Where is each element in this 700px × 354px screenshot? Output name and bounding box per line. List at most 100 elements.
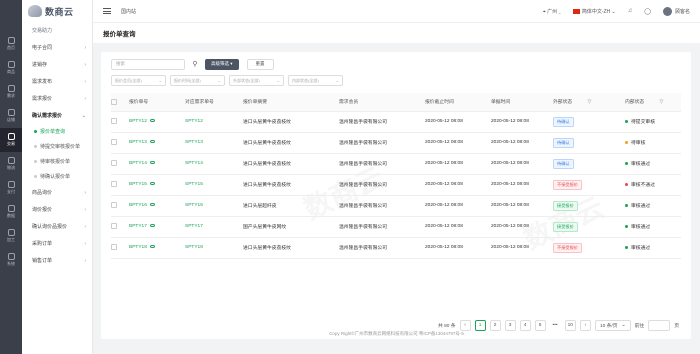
total-count: 共 80 条 [437, 324, 456, 329]
quote-number-link[interactable]: BPTY18 [129, 245, 147, 250]
filter-icon[interactable]: ▽ [660, 99, 664, 105]
page-button[interactable]: ••• [550, 320, 561, 331]
table-row[interactable]: BPTY16 SPTY16 进口头层超纤皮 温州隆昌手袋有限公司 2020-05-12 … [111, 195, 681, 217]
row-checkbox[interactable] [111, 202, 117, 209]
page-button[interactable]: 3 [504, 320, 516, 331]
main-area: 报价单查询 数商云 数商云 搜索 ⚲ 高级筛选 ▾ 重置 报价会员(全部)⌄报价… [93, 22, 700, 354]
menu-item[interactable]: 询价报价 › [22, 201, 92, 218]
menu-item[interactable]: 商品询价 › [22, 184, 92, 201]
rail-item[interactable]: 系统 [0, 248, 22, 272]
row-checkbox[interactable] [111, 160, 117, 167]
filter-select[interactable]: 报价时间(全部) ⌄ [170, 75, 225, 86]
rail-item[interactable]: 支付 [0, 176, 22, 200]
page-button[interactable]: 1 [474, 320, 486, 331]
language-selector[interactable]: 简体中文-ZH ⌄ [572, 8, 616, 15]
row-checkbox[interactable] [111, 223, 117, 230]
request-number-link[interactable]: SPTY17 [185, 224, 203, 229]
rail-item[interactable]: 首页 [0, 32, 22, 56]
eye-icon[interactable] [149, 139, 155, 144]
page-button[interactable]: 10 [564, 320, 576, 331]
quote-number-link[interactable]: BPTY16 [129, 203, 147, 208]
filter-select[interactable]: 报价会员(全部) ⌄ [111, 75, 166, 86]
submenu-item[interactable]: 报价单查询 [22, 124, 92, 139]
table-row[interactable]: BPTY12 SPTY12 进口头层黄牛皮荔枝纹 温州隆昌手袋有限公司 2020-05-… [111, 111, 681, 133]
row-checkbox[interactable] [111, 244, 117, 251]
eye-icon[interactable] [149, 223, 155, 228]
request-number-link[interactable]: SPTY12 [185, 119, 203, 124]
nav-icon [7, 133, 15, 140]
submenu-item[interactable]: 待审核报价单 [22, 154, 92, 169]
rail-item[interactable]: 数据 [0, 200, 22, 224]
breadcrumb[interactable]: 国内站 [121, 8, 136, 15]
table-row[interactable]: BPTY18 SPTY18 进口头层黄牛皮荔枝纹 温州隆昌手袋有限公司 2020-05-… [111, 237, 681, 259]
filter-select[interactable]: 内部状态(全部) ⌄ [288, 75, 343, 86]
column-header: 外部状态 ▽ [553, 93, 625, 112]
request-number-link[interactable]: SPTY15 [185, 182, 203, 187]
menu-item-open[interactable]: 确认需求报价 ⌄ [22, 107, 92, 124]
menu-item[interactable]: 需求发布 › [22, 73, 92, 90]
hamburger-icon[interactable] [103, 8, 111, 14]
page-button[interactable]: 5 [534, 320, 546, 331]
eye-icon[interactable] [149, 160, 155, 165]
next-page-button[interactable]: › [579, 320, 591, 331]
eye-icon[interactable] [149, 181, 155, 186]
user-menu[interactable]: 顾客名 [662, 6, 690, 16]
chevron-down-icon: ⌄ [621, 323, 626, 328]
page-button[interactable]: 4 [519, 320, 531, 331]
rail-item[interactable]: 需求 [0, 80, 22, 104]
filter-icon[interactable]: ▽ [588, 99, 592, 105]
table-row[interactable]: BPTY13 SPTY13 进口头层黄牛皮荔枝纹 温州隆昌手袋有限公司 2020-05-… [111, 132, 681, 154]
page-button[interactable]: 2 [489, 320, 501, 331]
prev-page-button[interactable]: ‹ [459, 320, 471, 331]
chevron-down-icon: ⌄ [335, 78, 339, 83]
table-row[interactable]: BPTY14 SPTY14 进口头层黄牛皮荔枝纹 温州隆昌手袋有限公司 2020-05-… [111, 153, 681, 175]
goto-page-input[interactable] [648, 320, 671, 331]
row-checkbox[interactable] [111, 139, 117, 146]
quote-number-link[interactable]: BPTY14 [129, 161, 147, 166]
status-dot-icon [625, 225, 628, 228]
rail-item[interactable]: 物流 [0, 152, 22, 176]
submenu-item[interactable]: 待确认报价单 [22, 169, 92, 184]
menu-item[interactable]: 销售订单 › [22, 252, 92, 269]
table-row[interactable]: BPTY17 SPTY17 国产头层黄牛皮网纹 温州隆昌手袋有限公司 2020-05-1… [111, 216, 681, 238]
eye-icon[interactable] [149, 244, 155, 249]
rail-item[interactable]: 加工 [0, 224, 22, 248]
eye-icon[interactable] [149, 202, 155, 207]
table-row[interactable]: BPTY15 SPTY15 进口头层黄牛皮荔枝纹 温州隆昌手袋有限公司 2020-05-… [111, 174, 681, 196]
page-title: 报价单查询 [93, 22, 700, 43]
request-number-link[interactable]: SPTY16 [185, 203, 203, 208]
location-selector[interactable]: ⌖ 广州 ⌄ [543, 8, 561, 15]
quote-number-link[interactable]: BPTY12 [129, 119, 147, 124]
nav-icon [7, 61, 15, 68]
filter-select[interactable]: 外部状态(全部) ⌄ [229, 75, 284, 86]
page-size-select[interactable]: 10 条/页 ⌄ [594, 320, 631, 331]
status-dot-icon [625, 204, 628, 207]
deadline-cell: 2020-05-12 08:08 [425, 237, 491, 259]
bell-icon[interactable]: ♫ [628, 8, 633, 14]
menu-item[interactable]: 采购订单 › [22, 235, 92, 252]
row-checkbox[interactable] [111, 118, 117, 125]
quote-number-link[interactable]: BPTY17 [129, 224, 147, 229]
request-number-link[interactable]: SPTY14 [185, 161, 203, 166]
menu-item[interactable]: 确认询价品报价 › [22, 218, 92, 235]
reset-button[interactable]: 重置 [246, 58, 274, 70]
member-cell: 温州隆昌手袋有限公司 [339, 237, 425, 259]
select-all-checkbox[interactable] [111, 98, 117, 105]
advanced-filter-button[interactable]: 高级筛选 ▾ [205, 58, 239, 70]
menu-item[interactable]: 进销存 › [22, 56, 92, 73]
menu-item[interactable]: 需求报价 › [22, 90, 92, 107]
menu-item[interactable]: 电子合同 › [22, 39, 92, 56]
eye-icon[interactable] [149, 118, 155, 123]
rail-item[interactable]: 商品 [0, 56, 22, 80]
request-number-link[interactable]: SPTY18 [185, 245, 203, 250]
search-icon[interactable]: ⚲ [189, 59, 201, 70]
rail-item[interactable]: 交易 [0, 128, 22, 152]
submenu-item[interactable]: 待提交审核报价单 [22, 139, 92, 154]
quote-number-link[interactable]: BPTY15 [129, 182, 147, 187]
search-input[interactable]: 搜索 [111, 58, 185, 70]
help-icon[interactable]: ◯ [644, 8, 651, 15]
rail-item[interactable]: 店铺 [0, 104, 22, 128]
request-number-link[interactable]: SPTY13 [185, 140, 203, 145]
quote-number-link[interactable]: BPTY13 [129, 140, 147, 145]
row-checkbox[interactable] [111, 181, 117, 188]
